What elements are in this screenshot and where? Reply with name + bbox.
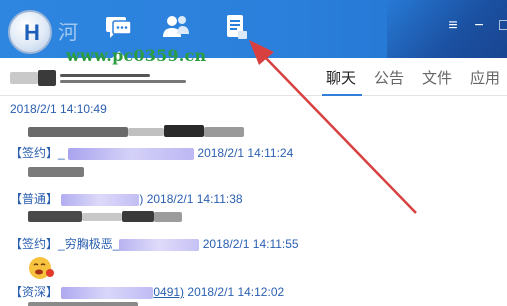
nav-tab-contacts[interactable] <box>159 10 193 44</box>
tab-files[interactable]: 文件 <box>422 67 452 88</box>
message-timestamp: 2018/2/1 14:11:55 <box>202 237 299 251</box>
tab-chat-underline <box>322 94 362 96</box>
nav-tab-chat[interactable] <box>101 10 135 44</box>
nav-tab-documents[interactable] <box>219 10 253 44</box>
message-list[interactable]: 2018/2/1 14:10:49 【签约】_ 2018/2/1 14:11:2… <box>0 97 507 306</box>
group-name-redacted <box>10 68 186 88</box>
message-header: 【资深】 0491) 2018/2/1 14:12:02 <box>10 283 284 300</box>
member-badge: 【普通】 <box>10 192 59 206</box>
logo-faded-text: 河 <box>58 20 80 44</box>
sender-prefix: _ <box>58 146 65 160</box>
sender-name-redacted <box>68 147 195 160</box>
contacts-icon <box>163 16 189 37</box>
message-timestamp: 2018/2/1 14:12:02 <box>187 285 285 299</box>
member-badge: 【签约】 <box>10 237 59 251</box>
logo-glyph: H <box>24 20 40 45</box>
member-badge: 【签约】 <box>10 146 59 160</box>
sender-name-redacted <box>119 238 200 251</box>
tab-apps[interactable]: 应用 <box>470 67 500 88</box>
app-logo: H <box>8 10 52 54</box>
minimize-button[interactable]: − <box>467 14 491 38</box>
tab-chat[interactable]: 聊天 <box>326 67 356 88</box>
chat-icon <box>106 17 132 38</box>
message-header: 【签约】_ 2018/2/1 14:11:24 <box>10 144 293 161</box>
message-body-redacted <box>28 165 84 179</box>
message-body-redacted <box>28 125 246 139</box>
member-badge: 【资深】 <box>10 285 59 299</box>
tab-announcements[interactable]: 公告 <box>374 67 404 88</box>
message-header: 【普通】 ) 2018/2/1 14:11:38 <box>10 190 243 207</box>
maximize-button[interactable]: □ <box>492 14 507 38</box>
sender-id-tail: 0491) <box>153 285 185 299</box>
menu-button[interactable]: ≡ <box>441 14 465 38</box>
message-timestamp: ) 2018/2/1 14:11:38 <box>139 192 243 206</box>
message-header: 【签约】_穷胸极恶_ 2018/2/1 14:11:55 <box>10 235 299 252</box>
message-body-redacted <box>28 300 138 306</box>
message-timestamp: 2018/2/1 14:11:24 <box>197 146 294 160</box>
emoji-sticker <box>29 257 54 279</box>
message-body-redacted <box>28 210 182 224</box>
sender-name-redacted <box>61 286 154 299</box>
time-separator: 2018/2/1 14:10:49 <box>10 102 107 116</box>
sender-prefix: _穷胸极恶_ <box>58 237 120 251</box>
sender-name-redacted <box>61 193 140 206</box>
watermark: www.pc0359.cn <box>66 46 207 65</box>
document-icon <box>227 15 247 39</box>
